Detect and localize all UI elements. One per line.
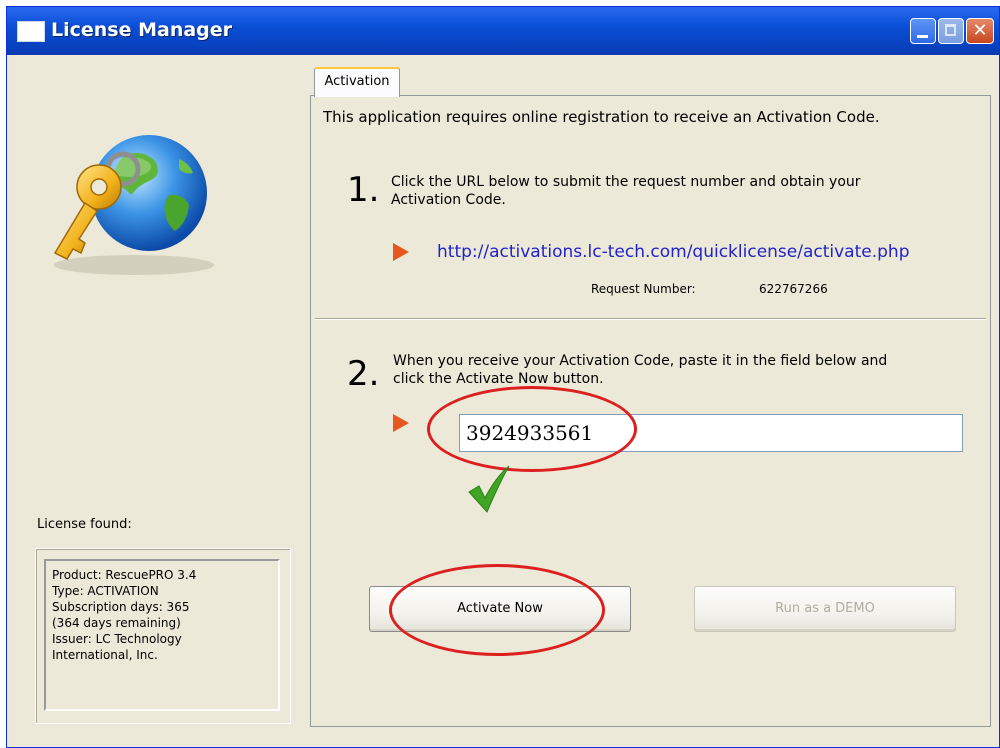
window-title: License Manager	[51, 19, 233, 41]
arrow-right-icon	[393, 414, 409, 432]
step-1-text: Click the URL below to submit the reques…	[391, 173, 861, 209]
license-line-type: Type: ACTIVATION	[52, 584, 159, 598]
minimize-icon	[917, 35, 928, 38]
maximize-icon	[945, 24, 956, 36]
license-found-label: License found:	[37, 517, 132, 532]
intro-text: This application requires online registr…	[323, 108, 880, 126]
close-button[interactable]: ✕	[966, 18, 994, 44]
step-1-number: 1.	[347, 170, 380, 210]
license-info-group: Product: RescuePRO 3.4 Type: ACTIVATION …	[35, 548, 291, 724]
maximize-button[interactable]	[938, 18, 964, 44]
globe-key-icon	[53, 135, 214, 275]
arrow-right-icon	[393, 243, 409, 261]
tab-activation[interactable]: Activation	[314, 67, 400, 97]
close-icon: ✕	[972, 20, 988, 41]
step-2-text-line1: When you receive your Activation Code, p…	[393, 353, 888, 369]
app-window-icon	[17, 21, 45, 42]
section-divider	[315, 318, 986, 320]
minimize-button[interactable]	[910, 18, 936, 44]
step-1-text-line2: Activation Code.	[391, 192, 506, 208]
activation-code-field[interactable]: 3924933561	[459, 414, 963, 452]
license-line-issuer-cont: International, Inc.	[52, 648, 158, 662]
step-2-number: 2.	[347, 354, 380, 394]
activation-panel: This application requires online registr…	[310, 95, 991, 727]
step-2-text: When you receive your Activation Code, p…	[393, 352, 887, 388]
request-number-value: 622767266	[759, 282, 828, 296]
license-info-text[interactable]: Product: RescuePRO 3.4 Type: ACTIVATION …	[44, 559, 280, 711]
license-line-issuer: Issuer: LC Technology	[52, 632, 182, 646]
checkmark-icon	[468, 465, 510, 513]
license-line-remaining: (364 days remaining)	[52, 616, 181, 630]
request-number-label: Request Number:	[591, 282, 696, 296]
run-demo-button[interactable]: Run as a DEMO	[694, 586, 956, 632]
activate-now-button[interactable]: Activate Now	[369, 586, 631, 632]
license-line-subscription: Subscription days: 365	[52, 600, 190, 614]
title-bar[interactable]: License Manager ✕	[7, 7, 999, 55]
step-1-text-line1: Click the URL below to submit the reques…	[391, 174, 861, 190]
license-line-product: Product: RescuePRO 3.4	[52, 568, 197, 582]
license-manager-window: License Manager ✕ License found: Product…	[6, 6, 1000, 748]
activation-url-link[interactable]: http://activations.lc-tech.com/quicklice…	[437, 242, 910, 262]
step-2-text-line2: click the Activate Now button.	[393, 371, 604, 387]
